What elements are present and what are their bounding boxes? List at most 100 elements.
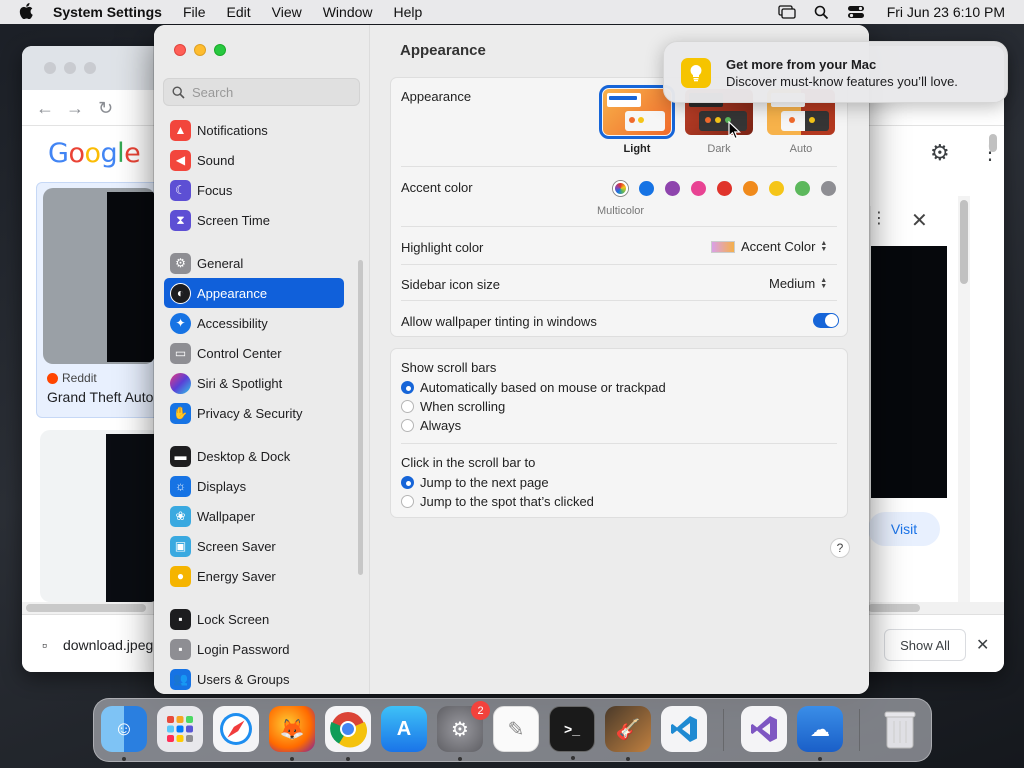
menu-view[interactable]: View xyxy=(272,4,302,20)
trash-icon xyxy=(884,711,916,749)
accent-multicolor-swatch[interactable] xyxy=(613,181,628,196)
image-result-card[interactable]: Reddit Grand Theft Auto xyxy=(36,182,162,418)
radio-scroll-always[interactable]: Always xyxy=(401,418,461,433)
sidebar-item-login-password[interactable]: ▪ Login Password xyxy=(164,634,344,664)
sidebar-item-screen-saver[interactable]: ▣ Screen Saver xyxy=(164,531,344,561)
search-icon[interactable] xyxy=(814,5,829,20)
appearance-light-option[interactable]: Light xyxy=(599,85,675,159)
sidebar-item-privacy-security[interactable]: ✋ Privacy & Security xyxy=(164,398,344,428)
menu-window[interactable]: Window xyxy=(323,4,373,20)
sidebar-item-appearance[interactable]: ◐ Appearance xyxy=(164,278,344,308)
menu-edit[interactable]: Edit xyxy=(227,4,251,20)
accent-graphite-swatch[interactable] xyxy=(821,181,836,196)
dock-trash[interactable] xyxy=(877,706,923,752)
dock-garageband[interactable]: 🎸 xyxy=(605,706,651,761)
dock-vscode[interactable] xyxy=(661,706,707,752)
accent-blue-swatch[interactable] xyxy=(639,181,654,196)
notification-banner[interactable]: Get more from your Mac Discover must-kno… xyxy=(663,41,1008,103)
zoom-window-button[interactable] xyxy=(214,44,226,56)
radio-scroll-when-scrolling[interactable]: When scrolling xyxy=(401,399,505,414)
close-download-bar-icon[interactable]: ✕ xyxy=(976,635,989,655)
flower-icon: ❀ xyxy=(170,505,191,527)
control-center-icon[interactable] xyxy=(847,5,865,19)
settings-gear-icon[interactable]: ⚙ xyxy=(930,140,950,166)
close-window-button[interactable] xyxy=(174,44,186,56)
dock-visual-studio[interactable] xyxy=(741,706,787,752)
accent-pink-swatch[interactable] xyxy=(691,181,706,196)
menu-file[interactable]: File xyxy=(183,4,206,20)
sidebar-item-lock-screen[interactable]: ▪ Lock Screen xyxy=(164,604,344,634)
reload-icon[interactable]: ↻ xyxy=(98,98,113,119)
sidebar-item-control-center[interactable]: ▭ Control Center xyxy=(164,338,344,368)
sidebar-icon-size-popup[interactable]: Medium ▲ ▼ xyxy=(769,276,827,291)
image-result-card-2[interactable] xyxy=(40,430,160,602)
sidebar-item-displays[interactable]: ☼ Displays xyxy=(164,471,344,501)
mouse-cursor-icon xyxy=(728,120,741,143)
sidebar-item-focus[interactable]: ☾ Focus xyxy=(164,175,344,205)
accent-red-swatch[interactable] xyxy=(717,181,732,196)
appearance-option-label: Light xyxy=(623,143,651,155)
sidebar-scrollbar[interactable] xyxy=(358,260,363,575)
sidebar-item-general[interactable]: ⚙ General xyxy=(164,248,344,278)
show-all-button[interactable]: Show All xyxy=(884,629,966,661)
help-button[interactable]: ? xyxy=(830,538,850,558)
accent-green-swatch[interactable] xyxy=(795,181,810,196)
menu-help[interactable]: Help xyxy=(394,4,423,20)
dock-chrome[interactable] xyxy=(325,706,371,761)
result-title[interactable]: Grand Theft Auto xyxy=(47,389,153,405)
radio-jump-next-page[interactable]: Jump to the next page xyxy=(401,475,549,490)
accent-orange-swatch[interactable] xyxy=(743,181,758,196)
chrome-close-button[interactable] xyxy=(44,62,56,74)
users-icon: 👥 xyxy=(170,668,191,690)
dock-finder[interactable]: ☺ xyxy=(101,706,147,761)
sidebar-item-users-groups[interactable]: 👥 Users & Groups xyxy=(164,664,344,694)
dock-terminal[interactable]: >_ xyxy=(549,706,595,760)
dock-textedit[interactable]: ✎ xyxy=(493,706,539,752)
chrome-logo-icon xyxy=(330,712,367,748)
page-scrollbar[interactable] xyxy=(988,130,998,610)
chrome-minimize-button[interactable] xyxy=(64,62,76,74)
wallpaper-tinting-toggle[interactable] xyxy=(813,313,839,328)
chrome-zoom-button[interactable] xyxy=(84,62,96,74)
download-item[interactable]: ▫ download.jpeg xyxy=(42,637,153,653)
accent-yellow-swatch[interactable] xyxy=(769,181,784,196)
dock-firefox[interactable]: 🦊 xyxy=(269,706,315,761)
dock-system-settings[interactable]: ⚙ 2 xyxy=(437,701,490,761)
screen-mirroring-icon[interactable] xyxy=(778,5,796,19)
apple-menu-icon[interactable] xyxy=(19,2,37,22)
visit-button[interactable]: Visit xyxy=(868,512,940,546)
accent-purple-swatch[interactable] xyxy=(665,181,680,196)
dock-safari[interactable] xyxy=(213,706,259,752)
preview-scrollbar[interactable] xyxy=(958,196,970,606)
google-logo[interactable]: Google xyxy=(48,138,141,169)
radio-scroll-automatic[interactable]: Automatically based on mouse or trackpad xyxy=(401,380,666,395)
menu-clock[interactable]: Fri Jun 23 6:10 PM xyxy=(887,4,1005,20)
sidebar-item-sound[interactable]: ◀ Sound xyxy=(164,145,344,175)
preview-close-icon[interactable]: ✕ xyxy=(911,208,928,233)
sidebar-item-wallpaper[interactable]: ❀ Wallpaper xyxy=(164,501,344,531)
sidebar-item-screen-time[interactable]: ⧗ Screen Time xyxy=(164,205,344,235)
preview-menu-icon[interactable]: ⋮ xyxy=(871,208,887,228)
accent-selected-label: Multicolor xyxy=(597,205,645,217)
dock-launchpad[interactable] xyxy=(157,706,203,752)
back-arrow-icon[interactable]: ← xyxy=(36,98,54,119)
radio-button xyxy=(401,476,414,489)
sidebar-item-energy-saver[interactable]: ● Energy Saver xyxy=(164,561,344,591)
radio-button xyxy=(401,381,414,394)
bulb-icon: ● xyxy=(170,565,191,587)
dock-app-store[interactable]: A xyxy=(381,706,427,752)
sidebar-item-notifications[interactable]: ▲ Notifications xyxy=(164,115,344,145)
radio-jump-to-spot[interactable]: Jump to the spot that’s clicked xyxy=(401,494,594,509)
hand-icon: ✋ xyxy=(170,402,191,424)
sidebar-item-desktop-dock[interactable]: ▬ Desktop & Dock xyxy=(164,441,344,471)
sidebar-item-siri-spotlight[interactable]: Siri & Spotlight xyxy=(164,368,344,398)
forward-arrow-icon[interactable]: → xyxy=(66,98,84,119)
sidebar-item-accessibility[interactable]: ✦ Accessibility xyxy=(164,308,344,338)
minimize-window-button[interactable] xyxy=(194,44,206,56)
app-menu[interactable]: System Settings xyxy=(53,4,162,20)
highlight-color-popup[interactable]: Accent Color ▲ ▼ xyxy=(711,239,827,254)
vscode-logo-icon xyxy=(671,716,697,742)
notification-body: Discover must-know features you’ll love. xyxy=(726,74,958,89)
search-field[interactable]: Search xyxy=(163,78,360,106)
dock-weather[interactable]: ☁ xyxy=(797,706,843,761)
